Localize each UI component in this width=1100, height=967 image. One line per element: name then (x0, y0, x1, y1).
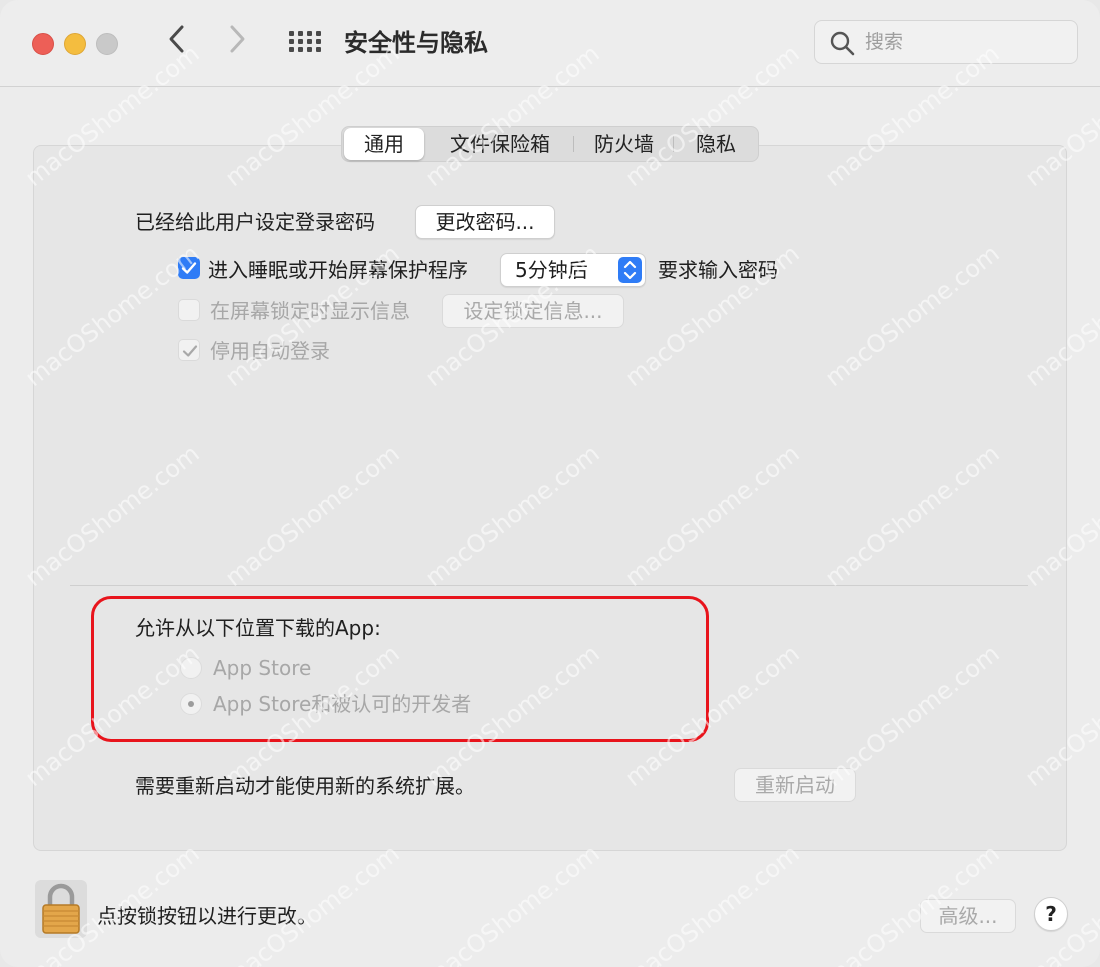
title-bar: 安全性与隐私 (0, 0, 1100, 87)
restart-button[interactable]: 重新启动 (734, 768, 856, 802)
watermark-text: macOShome.com (420, 839, 605, 967)
restart-required-text: 需要重新启动才能使用新的系统扩展。 (135, 774, 475, 798)
window-title: 安全性与隐私 (344, 29, 488, 57)
advanced-button[interactable]: 高级... (920, 899, 1016, 933)
content-panel (33, 145, 1067, 851)
disable-auto-login-label: 停用自动登录 (210, 339, 330, 363)
chevron-right-icon (230, 25, 245, 53)
password-delay-value: 5分钟后 (515, 258, 588, 282)
select-stepper-icon (618, 257, 642, 283)
show-message-label: 在屏幕锁定时显示信息 (210, 299, 410, 323)
tab-separator (573, 136, 574, 152)
zoom-button[interactable] (96, 33, 118, 55)
back-button[interactable] (168, 24, 186, 62)
checkmark-icon (182, 345, 198, 357)
search-field[interactable] (814, 20, 1078, 64)
password-delay-select[interactable]: 5分钟后 (500, 253, 646, 287)
require-password-checkbox[interactable] (178, 257, 200, 279)
grid-icon[interactable] (289, 31, 321, 53)
change-password-button[interactable]: 更改密码... (415, 205, 555, 239)
tab-filevault[interactable]: 文件保险箱 (430, 127, 570, 161)
watermark-text: macOShome.com (620, 839, 805, 967)
tab-bar: 通用 文件保险箱 防火墙 隐私 (341, 126, 759, 162)
disable-auto-login-checkbox[interactable] (178, 339, 200, 361)
lock-hint-text: 点按锁按钮以进行更改。 (97, 904, 317, 928)
search-icon (830, 31, 855, 56)
require-password-suffix: 要求输入密码 (658, 258, 778, 282)
chevron-left-icon (169, 25, 184, 53)
set-lock-message-button[interactable]: 设定锁定信息... (442, 294, 624, 328)
checkmark-icon (181, 262, 197, 274)
search-input[interactable] (865, 29, 1065, 55)
preferences-window: 安全性与隐私 通用 文件保险箱 防火墙 隐私 已经给此用户设定登录密码 更改密码… (0, 0, 1100, 967)
tab-firewall[interactable]: 防火墙 (578, 127, 670, 161)
forward-button[interactable] (228, 24, 246, 62)
highlight-annotation (91, 596, 709, 742)
tab-general[interactable]: 通用 (344, 128, 424, 160)
tab-privacy[interactable]: 隐私 (678, 127, 754, 161)
password-set-label: 已经给此用户设定登录密码 (135, 210, 375, 234)
tab-separator (673, 136, 674, 152)
require-password-label: 进入睡眠或开始屏幕保护程序 (208, 258, 468, 282)
section-divider (70, 585, 1028, 586)
minimize-button[interactable] (64, 33, 86, 55)
help-button[interactable]: ? (1034, 897, 1068, 931)
lock-icon[interactable] (35, 880, 87, 938)
show-message-checkbox[interactable] (178, 299, 200, 321)
close-button[interactable] (32, 33, 54, 55)
